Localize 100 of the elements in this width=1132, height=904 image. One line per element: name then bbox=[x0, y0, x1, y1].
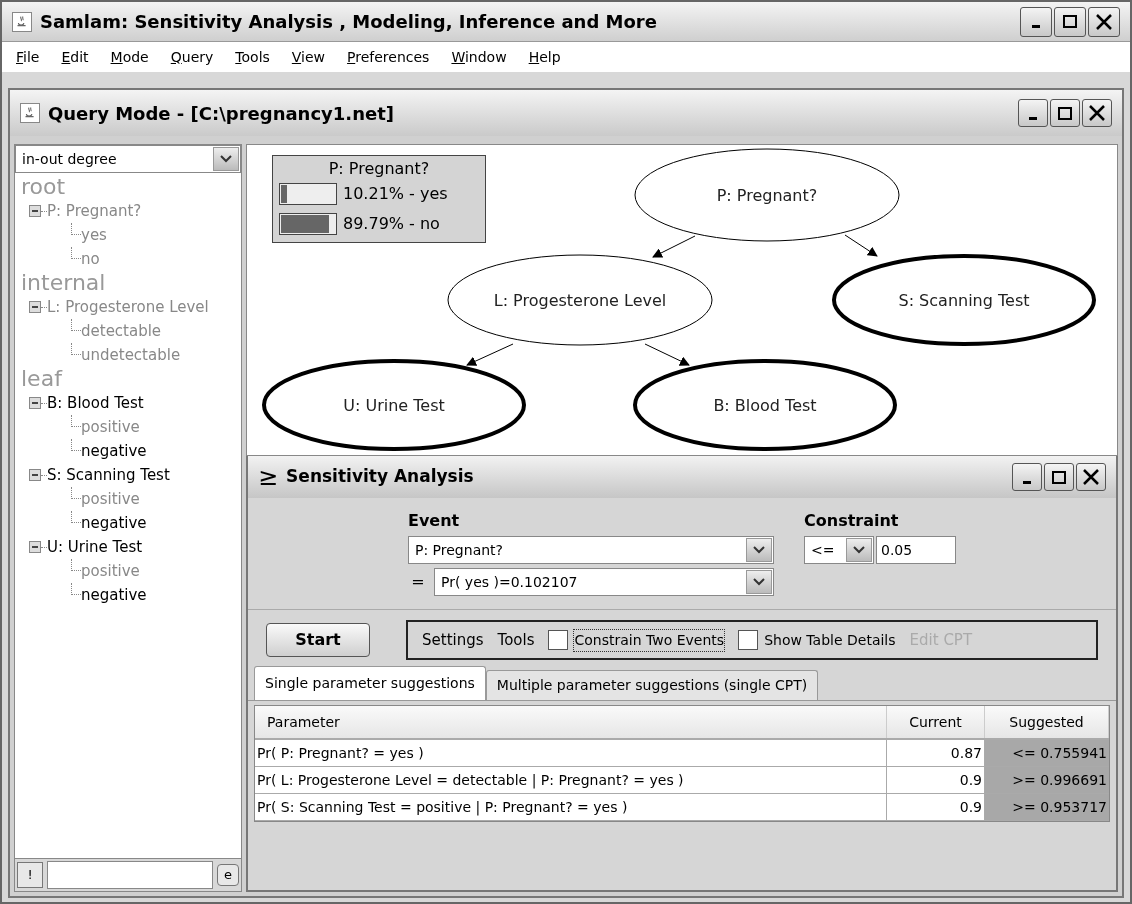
sort-select[interactable]: in-out degree bbox=[15, 145, 241, 173]
edge-arrow bbox=[466, 343, 514, 366]
table-cell: >= 0.953717 bbox=[985, 794, 1109, 820]
tree-leaf[interactable]: positive bbox=[81, 415, 140, 439]
window-title: Sensitivity Analysis bbox=[286, 465, 475, 489]
edge-arrow bbox=[644, 343, 690, 366]
toolbar-menu[interactable]: Tools bbox=[497, 628, 535, 652]
search-field[interactable] bbox=[47, 861, 213, 889]
checkbox[interactable] bbox=[738, 630, 759, 650]
table-cell: Pr( S: Scanning Test = positive | P: Pregnant? = yes ) bbox=[255, 794, 887, 820]
tab[interactable]: Single parameter suggestions bbox=[254, 666, 486, 700]
minimize-button[interactable] bbox=[1020, 6, 1052, 37]
close-icon bbox=[1088, 104, 1106, 122]
checkbox[interactable] bbox=[548, 630, 569, 650]
edge-arrow bbox=[652, 235, 696, 258]
collapse-toggle-icon[interactable] bbox=[29, 301, 41, 313]
tree-leaf[interactable]: negative bbox=[81, 439, 147, 463]
node-label: L: Progesterone Level bbox=[493, 291, 667, 310]
column-header[interactable]: Current bbox=[887, 706, 985, 738]
probability-label: 89.79% - no bbox=[343, 213, 440, 235]
greater-equal-icon: ≥ bbox=[258, 459, 279, 495]
close-button[interactable] bbox=[1076, 463, 1106, 491]
chevron-down-icon bbox=[753, 578, 765, 586]
table-cell: Pr( P: Pregnant? = yes ) bbox=[255, 740, 887, 766]
minimize-button[interactable] bbox=[1012, 463, 1042, 491]
tree-leaf[interactable]: undetectable bbox=[81, 343, 181, 367]
menu-item[interactable]: View bbox=[291, 46, 326, 68]
close-button[interactable] bbox=[1082, 99, 1112, 127]
maximize-button[interactable] bbox=[1044, 463, 1074, 491]
tree-leaf[interactable]: detectable bbox=[81, 319, 162, 343]
close-button[interactable] bbox=[1088, 6, 1120, 37]
exclamation-button[interactable]: ! bbox=[17, 862, 43, 888]
menu-item[interactable]: Window bbox=[451, 46, 507, 68]
coffee-cup-icon bbox=[20, 103, 40, 123]
tree-node[interactable]: L: Progesterone Level bbox=[47, 295, 209, 319]
constraint-label: Constraint bbox=[804, 510, 900, 532]
toolbar-menu[interactable]: Settings bbox=[422, 628, 484, 652]
menu-item[interactable]: Tools bbox=[235, 46, 270, 68]
network-node[interactable] bbox=[262, 359, 526, 451]
network-node[interactable] bbox=[447, 254, 713, 346]
menu-item[interactable]: Help bbox=[528, 46, 561, 68]
menu-item[interactable]: Preferences bbox=[347, 46, 430, 68]
probability-label: 10.21% - yes bbox=[343, 183, 448, 205]
menu-item[interactable]: Query bbox=[170, 46, 214, 68]
tree-group-heading: leaf bbox=[21, 367, 64, 391]
minimize-button[interactable] bbox=[1018, 99, 1048, 127]
equals-sign: = bbox=[410, 571, 426, 593]
e-button[interactable]: e bbox=[217, 864, 239, 886]
column-header[interactable]: Suggested bbox=[985, 706, 1109, 738]
close-icon bbox=[1095, 12, 1113, 31]
tree-leaf[interactable]: no bbox=[81, 247, 100, 271]
collapse-toggle-icon[interactable] bbox=[29, 397, 41, 409]
tab[interactable]: Multiple parameter suggestions (single CPT) bbox=[485, 670, 819, 700]
table-cell: >= 0.996691 bbox=[985, 767, 1109, 793]
checkbox-label[interactable]: Constrain Two Events bbox=[574, 629, 725, 651]
event-label: Event bbox=[408, 510, 461, 532]
column-header[interactable]: Parameter bbox=[255, 706, 887, 738]
node-label: S: Scanning Test bbox=[898, 291, 1030, 310]
tree-node[interactable]: S: Scanning Test bbox=[47, 463, 170, 487]
constraint-value-field[interactable]: 0.05 bbox=[876, 536, 956, 564]
tree-node[interactable]: P: Pregnant? bbox=[47, 199, 142, 223]
node-label: U: Urine Test bbox=[343, 396, 445, 415]
tree-leaf[interactable]: negative bbox=[81, 511, 147, 535]
value-select[interactable]: Pr( yes )=0.102107 bbox=[434, 568, 774, 596]
start-button[interactable]: Start bbox=[266, 623, 370, 657]
chevron-down-icon bbox=[753, 546, 765, 554]
tree-group-heading: root bbox=[21, 175, 67, 199]
tree-leaf[interactable]: positive bbox=[81, 559, 140, 583]
collapse-toggle-icon[interactable] bbox=[29, 541, 41, 553]
chevron-down-icon bbox=[853, 546, 865, 554]
edge-arrow bbox=[844, 234, 878, 257]
probability-monitor[interactable]: P: Pregnant? 10.21% - yes 89.79% - no bbox=[272, 155, 486, 243]
tree-node[interactable]: U: Urine Test bbox=[47, 535, 143, 559]
coffee-cup-icon bbox=[12, 11, 32, 32]
tree-node[interactable]: B: Blood Test bbox=[47, 391, 144, 415]
menu-item[interactable]: Edit bbox=[61, 46, 89, 68]
menu-item[interactable]: Mode bbox=[110, 46, 149, 68]
collapse-toggle-icon[interactable] bbox=[29, 469, 41, 481]
window-title: Query Mode - [C:\pregnancy1.net] bbox=[48, 101, 396, 126]
node-label: B: Blood Test bbox=[713, 396, 817, 415]
network-node[interactable] bbox=[832, 254, 1096, 346]
chevron-down-icon bbox=[220, 155, 232, 163]
tree-leaf[interactable]: negative bbox=[81, 583, 147, 607]
table-cell: <= 0.755941 bbox=[985, 740, 1109, 766]
event-select[interactable]: P: Pregnant? bbox=[408, 536, 774, 564]
network-node[interactable] bbox=[634, 148, 900, 242]
constraint-operator-select[interactable]: <= bbox=[804, 536, 874, 564]
maximize-button[interactable] bbox=[1054, 6, 1086, 37]
collapse-toggle-icon[interactable] bbox=[29, 205, 41, 217]
checkbox-label[interactable]: Show Table Details bbox=[764, 629, 896, 651]
menu-item[interactable]: File bbox=[16, 46, 40, 68]
app-title: Samlam: Sensitivity Analysis , Modeling, Inference and More bbox=[40, 10, 658, 34]
maximize-button[interactable] bbox=[1050, 99, 1080, 127]
network-node[interactable] bbox=[633, 359, 897, 451]
close-icon bbox=[1082, 468, 1100, 486]
tree-leaf[interactable]: yes bbox=[81, 223, 107, 247]
tree-group-heading: internal bbox=[21, 271, 107, 295]
table-cell: Pr( L: Progesterone Level = detectable | P: Pregnant? = yes ) bbox=[255, 767, 887, 793]
monitor-title: P: Pregnant? bbox=[327, 159, 431, 179]
tree-leaf[interactable]: positive bbox=[81, 487, 140, 511]
